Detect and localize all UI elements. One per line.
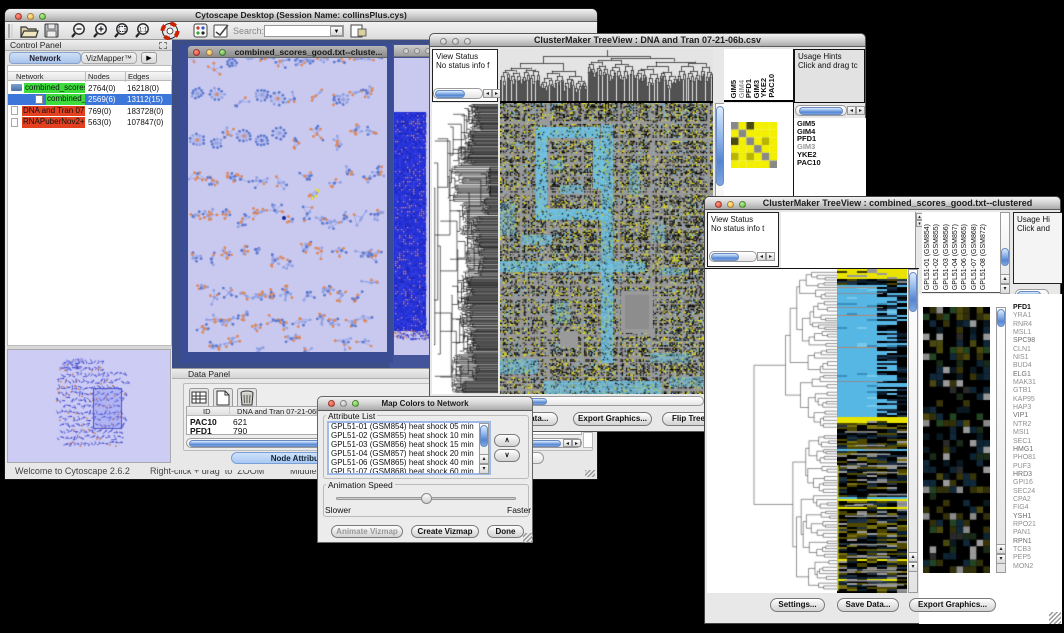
svg-text:1:1: 1:1 [139, 28, 148, 34]
